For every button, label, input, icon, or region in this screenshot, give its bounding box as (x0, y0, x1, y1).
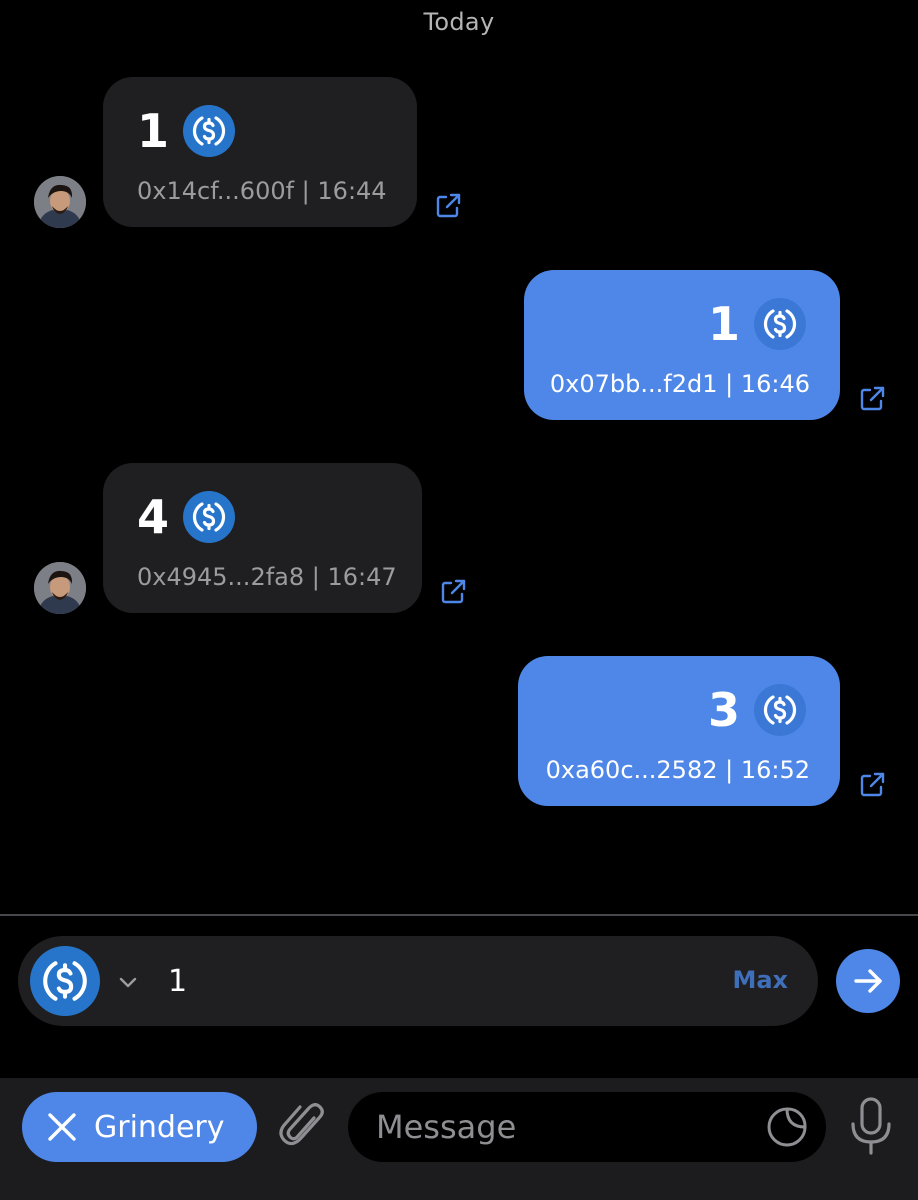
paperclip-icon[interactable] (278, 1098, 328, 1154)
usdc-icon (754, 298, 806, 350)
chat-screen: Today 1 0x14cf...600f | 16:44 1 0x07bb..… (0, 0, 918, 1200)
message-composer (348, 1092, 826, 1162)
arrow-right-icon (854, 969, 882, 993)
sender-avatar[interactable] (34, 176, 86, 228)
usdc-icon (754, 684, 806, 736)
amount-row: 4 (137, 489, 236, 545)
transfer-amount: 4 (137, 490, 170, 544)
microphone-icon[interactable] (848, 1096, 894, 1156)
amount-row: 1 (708, 296, 806, 352)
grindery-button-label: Grindery (94, 1109, 225, 1145)
transaction-meta: 0x14cf...600f | 16:44 (137, 177, 387, 205)
usdc-icon (183, 105, 236, 157)
sender-avatar[interactable] (34, 562, 86, 614)
usdc-icon (43, 961, 87, 1001)
amount-row: 3 (708, 682, 806, 738)
divider (0, 914, 918, 916)
transaction-meta: 0xa60c...2582 | 16:52 (545, 756, 810, 784)
sticker-icon[interactable] (766, 1106, 808, 1148)
transaction-meta: 0x4945...2fa8 | 16:47 (137, 563, 397, 591)
external-link-icon[interactable] (857, 770, 887, 800)
close-icon (48, 1113, 76, 1141)
token-send-panel: Max (18, 936, 818, 1026)
amount-input[interactable] (168, 958, 688, 1004)
message-input[interactable] (376, 1104, 746, 1150)
date-separator: Today (423, 8, 495, 36)
transfer-amount: 3 (707, 683, 740, 737)
transfer-amount: 1 (707, 297, 740, 351)
usdc-icon (183, 491, 236, 543)
message-bubble-incoming[interactable]: 4 0x4945...2fa8 | 16:47 (103, 463, 422, 613)
message-bubble-incoming[interactable]: 1 0x14cf...600f | 16:44 (103, 77, 417, 227)
external-link-icon[interactable] (857, 384, 887, 414)
external-link-icon[interactable] (438, 577, 468, 607)
message-bubble-outgoing[interactable]: 3 0xa60c...2582 | 16:52 (518, 656, 840, 806)
send-button[interactable] (836, 949, 900, 1013)
max-button[interactable]: Max (732, 966, 788, 994)
chevron-down-icon[interactable] (116, 970, 140, 994)
external-link-icon[interactable] (433, 191, 463, 221)
transaction-meta: 0x07bb...f2d1 | 16:46 (549, 370, 810, 398)
transfer-amount: 1 (137, 104, 170, 158)
amount-row: 1 (137, 103, 236, 159)
bottom-input-bar: Grindery (0, 1078, 918, 1200)
message-bubble-outgoing[interactable]: 1 0x07bb...f2d1 | 16:46 (524, 270, 840, 420)
grindery-bot-button[interactable]: Grindery (22, 1092, 257, 1162)
token-selector-button[interactable] (30, 946, 100, 1016)
